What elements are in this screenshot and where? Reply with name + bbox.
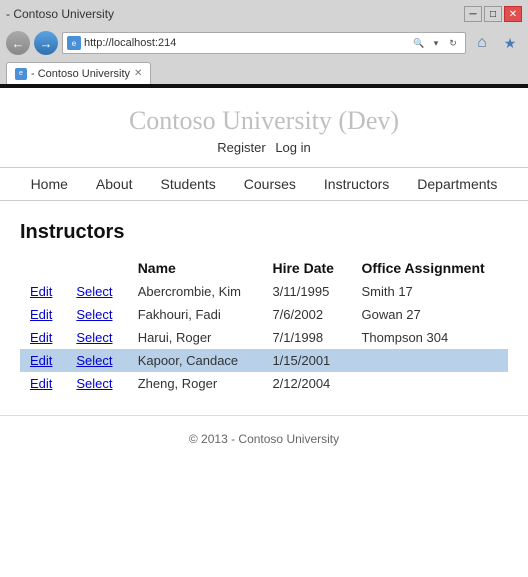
office-cell: Thompson 304 xyxy=(351,326,508,349)
name-cell: Fakhouri, Fadi xyxy=(128,303,263,326)
favorites-button[interactable]: ★ xyxy=(498,31,522,55)
tab-label: - Contoso University xyxy=(31,68,130,80)
select-link-0[interactable]: Select xyxy=(76,284,112,299)
hiredate-cell: 2/12/2004 xyxy=(262,372,351,395)
hiredate-cell: 1/15/2001 xyxy=(262,349,351,372)
table-row: Edit Select Abercrombie, Kim 3/11/1995 S… xyxy=(20,280,508,303)
edit-cell: Edit xyxy=(20,372,66,395)
table-row: Edit Select Kapoor, Candace 1/15/2001 xyxy=(20,349,508,372)
name-cell: Abercrombie, Kim xyxy=(128,280,263,303)
select-link-3[interactable]: Select xyxy=(76,353,112,368)
select-cell: Select xyxy=(66,326,127,349)
page-content: Contoso University (Dev) Register Log in… xyxy=(0,88,528,577)
address-bar[interactable]: e http://localhost:214 🔍 ▾ ↻ xyxy=(62,32,466,54)
office-cell: Smith 17 xyxy=(351,280,508,303)
col-office: Office Assignment xyxy=(351,256,508,280)
select-link-2[interactable]: Select xyxy=(76,330,112,345)
nav-item-courses[interactable]: Courses xyxy=(230,176,310,192)
dropdown-icon[interactable]: ▾ xyxy=(428,35,444,51)
hiredate-cell: 3/11/1995 xyxy=(262,280,351,303)
tab-icon: e xyxy=(15,68,27,80)
site-header: Contoso University (Dev) Register Log in xyxy=(0,88,528,163)
select-link-1[interactable]: Select xyxy=(76,307,112,322)
edit-link-1[interactable]: Edit xyxy=(30,307,52,322)
edit-cell: Edit xyxy=(20,326,66,349)
browser-title: - Contoso University xyxy=(6,7,114,21)
site-title: Contoso University (Dev) xyxy=(0,106,528,136)
home-button[interactable]: ⌂ xyxy=(470,31,494,55)
edit-cell: Edit xyxy=(20,303,66,326)
name-cell: Kapoor, Candace xyxy=(128,349,263,372)
table-row: Edit Select Fakhouri, Fadi 7/6/2002 Gowa… xyxy=(20,303,508,326)
table-row: Edit Select Zheng, Roger 2/12/2004 xyxy=(20,372,508,395)
refresh-icon[interactable]: ↻ xyxy=(445,35,461,51)
search-icon[interactable]: 🔍 xyxy=(411,35,427,51)
col-select xyxy=(66,256,127,280)
col-hiredate: Hire Date xyxy=(262,256,351,280)
page-title: Instructors xyxy=(20,221,508,244)
tab-close-button[interactable]: ✕ xyxy=(134,68,142,79)
nav-item-about[interactable]: About xyxy=(82,176,147,192)
close-button[interactable]: ✕ xyxy=(504,6,522,22)
name-cell: Zheng, Roger xyxy=(128,372,263,395)
back-button[interactable]: ← xyxy=(6,31,30,55)
edit-link-0[interactable]: Edit xyxy=(30,284,52,299)
hiredate-cell: 7/6/2002 xyxy=(262,303,351,326)
table-row: Edit Select Harui, Roger 7/1/1998 Thomps… xyxy=(20,326,508,349)
name-cell: Harui, Roger xyxy=(128,326,263,349)
office-cell: Gowan 27 xyxy=(351,303,508,326)
select-cell: Select xyxy=(66,349,127,372)
browser-tab[interactable]: e - Contoso University ✕ xyxy=(6,62,151,84)
edit-cell: Edit xyxy=(20,349,66,372)
address-text: http://localhost:214 xyxy=(84,37,408,49)
office-cell xyxy=(351,372,508,395)
footer-text: © 2013 - Contoso University xyxy=(189,432,339,446)
nav-item-departments[interactable]: Departments xyxy=(403,176,511,192)
nav-item-instructors[interactable]: Instructors xyxy=(310,176,403,192)
edit-link-3[interactable]: Edit xyxy=(30,353,52,368)
edit-cell: Edit xyxy=(20,280,66,303)
select-cell: Select xyxy=(66,303,127,326)
nav-item-students[interactable]: Students xyxy=(147,176,230,192)
instructors-table: Name Hire Date Office Assignment Edit Se… xyxy=(20,256,508,395)
select-link-4[interactable]: Select xyxy=(76,376,112,391)
select-cell: Select xyxy=(66,280,127,303)
site-links: Register Log in xyxy=(0,140,528,155)
hiredate-cell: 7/1/1998 xyxy=(262,326,351,349)
edit-link-2[interactable]: Edit xyxy=(30,330,52,345)
forward-button[interactable]: → xyxy=(34,31,58,55)
office-cell xyxy=(351,349,508,372)
register-link[interactable]: Register xyxy=(217,140,265,155)
minimize-button[interactable]: ─ xyxy=(464,6,482,22)
page-icon: e xyxy=(67,36,81,50)
col-name: Name xyxy=(128,256,263,280)
page-footer: © 2013 - Contoso University xyxy=(0,415,528,454)
edit-link-4[interactable]: Edit xyxy=(30,376,52,391)
nav-item-home[interactable]: Home xyxy=(17,176,82,192)
maximize-button[interactable]: □ xyxy=(484,6,502,22)
main-content: Instructors Name Hire Date Office Assign… xyxy=(0,201,528,405)
col-edit xyxy=(20,256,66,280)
select-cell: Select xyxy=(66,372,127,395)
login-link[interactable]: Log in xyxy=(275,140,310,155)
nav-bar: Home About Students Courses Instructors … xyxy=(0,167,528,201)
